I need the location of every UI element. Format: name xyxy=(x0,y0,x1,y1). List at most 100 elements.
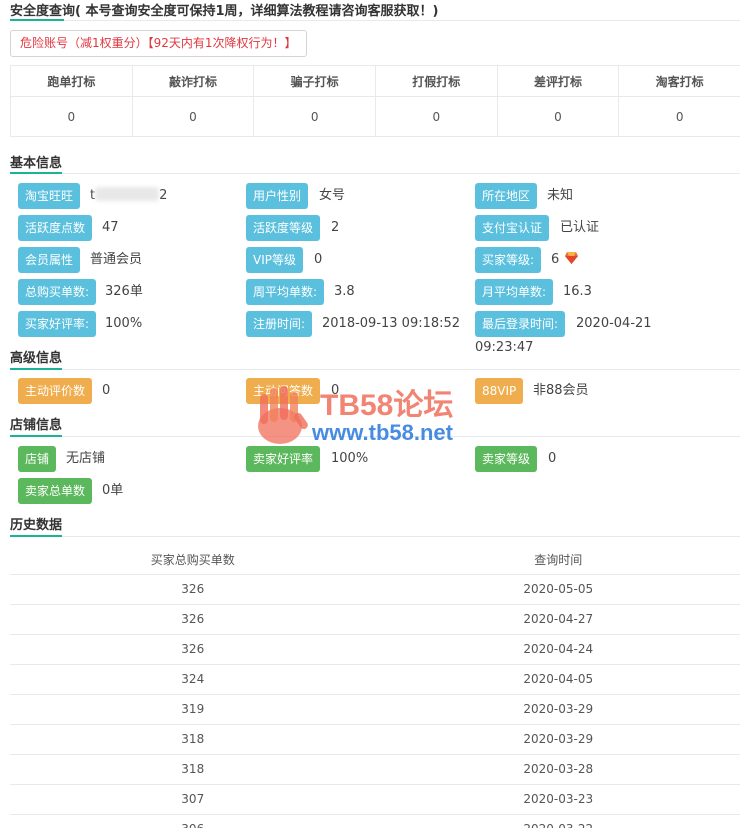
safety-title: 安全度查询( 本号查询安全度可保持1周，详细算法教程请咨询客服获取！) xyxy=(10,0,438,19)
stats-header: 淘客打标 xyxy=(618,65,740,97)
stats-value: 0 xyxy=(10,96,133,137)
diamond-icon xyxy=(565,252,579,264)
table-row: 319 2020-03-29 xyxy=(10,694,740,725)
field-value-wangwang: t2 xyxy=(90,187,167,205)
field-value-member: 普通会员 xyxy=(90,252,143,267)
stats-header: 骗子打标 xyxy=(253,65,376,97)
stats-value: 0 xyxy=(253,96,376,137)
safety-subtitle: ( 本号查询安全度可保持1周，详细算法教程请咨询客服获取！) xyxy=(75,4,439,19)
watermark-url: www.tb58.net xyxy=(312,420,453,445)
divider xyxy=(10,20,740,21)
safety-stats-table: 跑单打标 敲诈打标 骗子打标 打假打标 差评打标 淘客打标 0 0 0 0 0 … xyxy=(10,65,740,137)
field-value-shop: 无店铺 xyxy=(66,451,106,466)
field-value-seller-rating: 100% xyxy=(331,451,369,466)
history-orders: 326 xyxy=(10,634,376,665)
field-value-weekly-avg: 3.8 xyxy=(334,284,355,299)
table-row: 324 2020-04-05 xyxy=(10,664,740,695)
field-value-seller-level: 0 xyxy=(548,451,557,466)
stats-value: 0 xyxy=(618,96,740,137)
field-value-region: 未知 xyxy=(547,188,574,203)
stats-value: 0 xyxy=(131,96,255,137)
field-label-gender: 用户性别 xyxy=(246,183,309,209)
field-value-monthly-avg: 16.3 xyxy=(563,284,592,299)
field-value-88vip: 非88会员 xyxy=(533,383,589,398)
history-date: 2020-05-05 xyxy=(375,574,740,605)
history-date: 2020-04-27 xyxy=(375,604,740,635)
field-label-last-login: 最后登录时间: xyxy=(475,311,566,337)
field-label-88vip: 88VIP xyxy=(475,378,524,404)
history-date: 2020-04-05 xyxy=(375,664,740,695)
field-value-activity-level: 2 xyxy=(331,220,340,235)
field-label-monthly-avg: 月平均单数: xyxy=(475,279,554,305)
stats-header: 差评打标 xyxy=(496,65,620,97)
field-label-seller-level: 卖家等级 xyxy=(475,446,538,472)
history-orders: 319 xyxy=(10,694,376,725)
field-label-activity-points: 活跃度点数 xyxy=(18,215,93,241)
history-header: 查询时间 xyxy=(375,545,740,575)
history-orders: 326 xyxy=(10,574,376,605)
basic-info-title: 基本信息 xyxy=(10,156,63,171)
divider xyxy=(10,536,740,537)
field-label-region: 所在地区 xyxy=(475,183,538,209)
field-value-alipay: 已认证 xyxy=(560,220,600,235)
history-orders: 306 xyxy=(10,814,376,828)
advanced-info-title: 高级信息 xyxy=(10,351,63,366)
table-row: 307 2020-03-23 xyxy=(10,784,740,815)
field-label-activity-level: 活跃度等级 xyxy=(246,215,321,241)
buyer-level-number: 6 xyxy=(551,252,560,267)
field-value-total-orders: 326单 xyxy=(105,284,143,299)
field-value-vip: 0 xyxy=(314,252,323,267)
field-value-gender: 女号 xyxy=(319,188,346,203)
field-value-buyer-level: 6 xyxy=(551,251,579,269)
field-label-register-time: 注册时间: xyxy=(246,311,313,337)
table-row: 326 2020-04-24 xyxy=(10,634,740,665)
divider xyxy=(10,173,740,174)
danger-account-badge[interactable]: 危险账号（减1权重分）【92天内有1次降权行为！】 xyxy=(10,30,307,57)
field-label-buyer-rating: 买家好评率: xyxy=(18,311,97,337)
history-date: 2020-03-28 xyxy=(375,754,740,785)
field-label-seller-rating: 卖家好评率 xyxy=(246,446,321,472)
stats-header: 敲诈打标 xyxy=(131,65,255,97)
field-label-buyer-level: 买家等级: xyxy=(475,247,542,273)
field-value-last-login-time: 09:23:47 xyxy=(475,340,534,355)
field-label-wangwang: 淘宝旺旺 xyxy=(18,183,81,209)
history-date: 2020-03-23 xyxy=(375,784,740,815)
field-value-seller-orders: 0单 xyxy=(102,483,124,498)
field-value-register-time: 2018-09-13 09:18:52 xyxy=(322,316,461,331)
field-label-alipay: 支付宝认证 xyxy=(475,215,550,241)
history-orders: 324 xyxy=(10,664,376,695)
field-value-active-qa: 0 xyxy=(331,383,340,398)
field-value-last-login: 2020-04-21 xyxy=(576,316,652,331)
field-label-seller-orders: 卖家总单数 xyxy=(18,478,93,504)
history-date: 2020-03-29 xyxy=(375,724,740,755)
table-row: 326 2020-05-05 xyxy=(10,574,740,605)
stats-value: 0 xyxy=(374,96,498,137)
history-date: 2020-03-22 xyxy=(375,814,740,828)
table-row: 326 2020-04-27 xyxy=(10,604,740,635)
safety-title-text: 安全度查询 xyxy=(10,4,76,19)
wangwang-suffix: 2 xyxy=(159,188,168,203)
field-label-total-orders: 总购买单数: xyxy=(18,279,97,305)
table-row: 318 2020-03-29 xyxy=(10,724,740,755)
field-label-weekly-avg: 周平均单数: xyxy=(246,279,325,305)
field-label-shop: 店铺 xyxy=(18,446,57,472)
table-row: 318 2020-03-28 xyxy=(10,754,740,785)
watermark-title: TB58论坛 xyxy=(320,389,454,422)
field-label-vip: VIP等级 xyxy=(246,247,303,273)
stats-header: 跑单打标 xyxy=(10,65,133,97)
history-title: 历史数据 xyxy=(10,518,63,533)
divider xyxy=(10,436,740,437)
field-value-buyer-rating: 100% xyxy=(105,316,143,331)
history-orders: 318 xyxy=(10,754,376,785)
stats-value: 0 xyxy=(496,96,620,137)
field-label-member: 会员属性 xyxy=(18,247,81,273)
divider xyxy=(10,369,740,370)
stats-header: 打假打标 xyxy=(374,65,498,97)
history-orders: 326 xyxy=(10,604,376,635)
history-date: 2020-04-24 xyxy=(375,634,740,665)
field-value-active-reviews: 0 xyxy=(102,383,111,398)
section-underline xyxy=(10,435,62,437)
history-table: 买家总购买单数 查询时间 326 2020-05-05 326 2020-04-27… xyxy=(10,545,740,828)
history-date: 2020-03-29 xyxy=(375,694,740,725)
field-label-active-qa: 主动问答数 xyxy=(246,378,321,404)
